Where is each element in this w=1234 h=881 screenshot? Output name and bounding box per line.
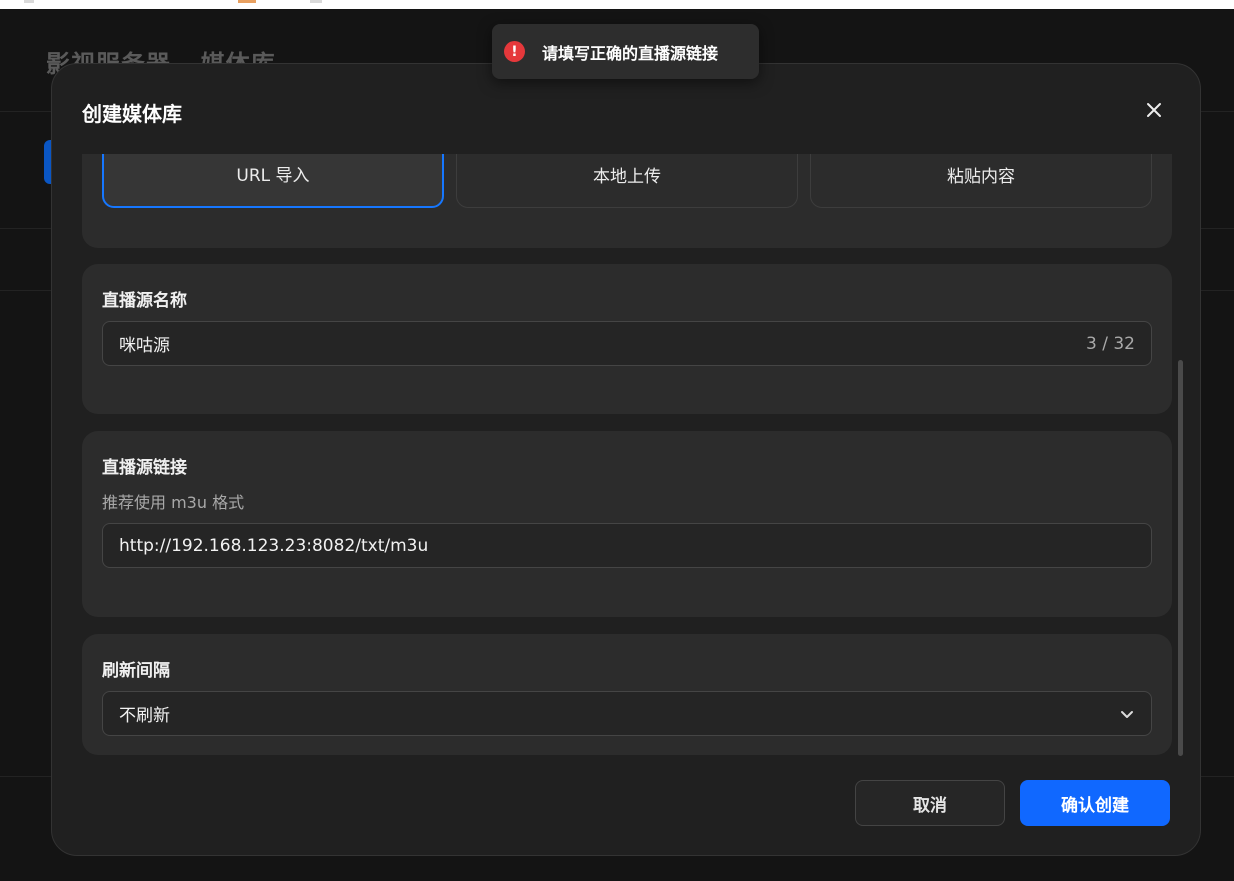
chevron-down-icon (1121, 710, 1133, 718)
method-paste-content[interactable]: 粘贴内容 (810, 154, 1152, 208)
import-method-card: URL 导入 本地上传 粘贴内容 (82, 154, 1172, 248)
browser-strip-mark (238, 0, 256, 3)
method-local-upload[interactable]: 本地上传 (456, 154, 798, 208)
refresh-interval-card: 刷新间隔 不刷新 (82, 634, 1172, 755)
close-icon (1147, 103, 1161, 117)
browser-strip-mark (310, 0, 322, 3)
close-button[interactable] (1142, 98, 1166, 122)
source-link-input[interactable]: http://192.168.123.23:8082/txt/m3u (102, 523, 1152, 568)
source-link-value: http://192.168.123.23:8082/txt/m3u (119, 535, 429, 556)
create-library-dialog: 创建媒体库 URL 导入 本地上传 粘贴内容 直播源名称 咪咕源 3 / 32 … (51, 63, 1201, 856)
refresh-interval-label: 刷新间隔 (102, 661, 170, 681)
dialog-title: 创建媒体库 (82, 102, 182, 126)
source-name-label: 直播源名称 (102, 291, 187, 311)
source-name-input[interactable]: 咪咕源 3 / 32 (102, 321, 1152, 366)
cancel-button[interactable]: 取消 (855, 780, 1005, 826)
source-link-hint: 推荐使用 m3u 格式 (102, 493, 245, 512)
browser-strip-mark (24, 0, 34, 3)
method-label: URL 导入 (236, 166, 310, 186)
refresh-interval-value: 不刷新 (119, 706, 170, 726)
method-label: 粘贴内容 (947, 167, 1015, 187)
toast-message: 请填写正确的直播源链接 (542, 43, 719, 63)
error-icon: ! (504, 41, 525, 62)
character-counter: 3 / 32 (1086, 333, 1135, 354)
error-toast: ! 请填写正确的直播源链接 (492, 24, 759, 79)
confirm-create-button[interactable]: 确认创建 (1020, 780, 1170, 826)
source-name-card: 直播源名称 咪咕源 3 / 32 (82, 264, 1172, 414)
dialog-scroll-area[interactable]: URL 导入 本地上传 粘贴内容 直播源名称 咪咕源 3 / 32 直播源链接 … (52, 154, 1200, 770)
method-label: 本地上传 (593, 167, 661, 187)
source-name-value: 咪咕源 (119, 336, 170, 356)
source-link-card: 直播源链接 推荐使用 m3u 格式 http://192.168.123.23:… (82, 431, 1172, 617)
scrollbar-thumb[interactable] (1178, 360, 1183, 756)
browser-top-strip (0, 0, 1234, 9)
source-link-label: 直播源链接 (102, 458, 187, 478)
method-url-import[interactable]: URL 导入 (102, 154, 444, 208)
refresh-interval-select[interactable]: 不刷新 (102, 691, 1152, 736)
